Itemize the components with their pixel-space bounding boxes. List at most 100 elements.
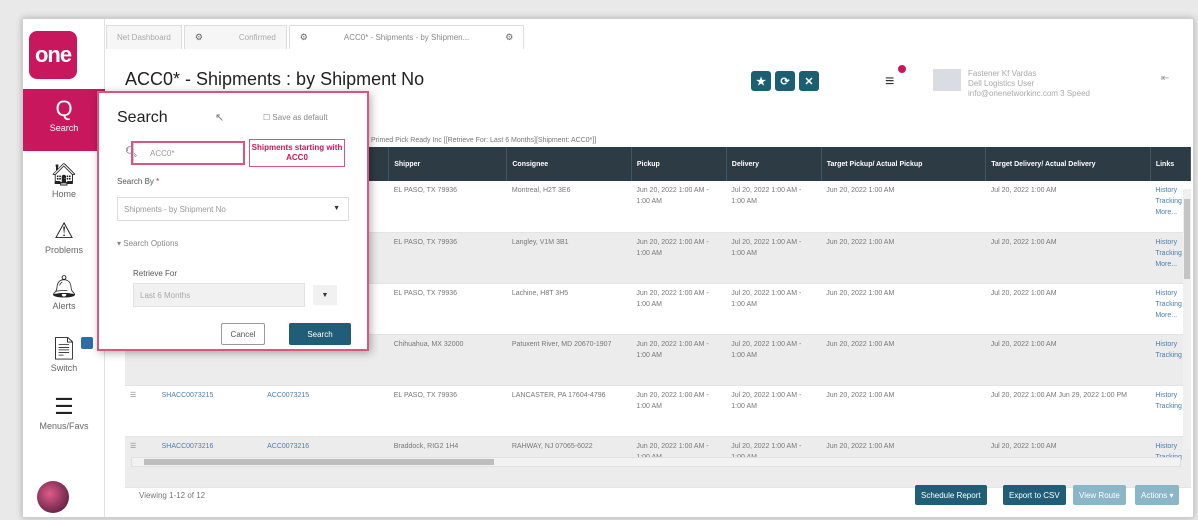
search-options-label: Search Options bbox=[123, 239, 179, 248]
tab-bar: Net Dashboard ⚙ Confirmed ⚙ ACC0* - Ship… bbox=[106, 25, 666, 49]
save-as-default-checkbox[interactable]: ☐ Save as default bbox=[263, 113, 328, 122]
nav-item-menus-favs[interactable]: ☰ Menus/Favs bbox=[23, 387, 105, 449]
shipper-cell: EL PASO, TX 79936 bbox=[388, 385, 507, 437]
shipper-cell: Chihuahua, MX 32000 bbox=[388, 334, 507, 386]
delivery-cell: Jul 20, 2022 1:00 AM - 1:00 AM bbox=[726, 385, 822, 437]
retrieve-for-select[interactable]: Last 6 Months bbox=[133, 283, 305, 307]
delivery-cell: Jul 20, 2022 1:00 AM - 1:00 AM bbox=[726, 181, 822, 233]
view-route-button[interactable]: View Route bbox=[1073, 485, 1126, 505]
user-info: Fastener Kf Vardas Dell Logistics User i… bbox=[968, 69, 1148, 99]
mouse-cursor-icon: ↖ bbox=[215, 112, 225, 124]
export-csv-button[interactable]: Export to CSV bbox=[1003, 485, 1066, 505]
search-options-toggle[interactable]: ▾ Search Options bbox=[117, 239, 178, 248]
horizontal-scrollbar[interactable] bbox=[131, 457, 1181, 467]
consignee-cell: Patuxent River, MD 20670-1907 bbox=[506, 334, 632, 386]
target-pickup-cell: Jun 20, 2022 1:00 AM bbox=[821, 334, 986, 386]
col-header-delivery[interactable]: Delivery bbox=[726, 147, 822, 181]
shipment-no-cell[interactable]: SHACC0073215 bbox=[156, 385, 263, 437]
delivery-cell: Jul 20, 2022 1:00 AM - 1:00 AM bbox=[726, 334, 822, 386]
nav-label: Alerts bbox=[52, 301, 76, 311]
delivery-cell: Jul 20, 2022 1:00 AM - 1:00 AM bbox=[726, 232, 822, 284]
bell-icon: 🔔︎ bbox=[50, 274, 78, 299]
pagination-info: Viewing 1-12 of 12 bbox=[139, 491, 206, 500]
notification-badge bbox=[896, 63, 908, 75]
user-avatar[interactable] bbox=[37, 481, 69, 513]
shipper-cell: EL PASO, TX 79936 bbox=[388, 181, 507, 233]
switch-badge bbox=[81, 337, 93, 349]
target-pickup-cell: Jun 20, 2022 1:00 AM bbox=[821, 385, 986, 437]
delivery-cell: Jul 20, 2022 1:00 AM - 1:00 AM bbox=[726, 283, 822, 335]
nav-label: Search bbox=[49, 123, 79, 133]
close-button[interactable]: ✕ bbox=[799, 71, 819, 91]
chevron-down-icon[interactable]: ▼ bbox=[313, 285, 337, 305]
pickup-cell: Jun 20, 2022 1:00 AM - 1:00 AM bbox=[631, 283, 727, 335]
star-icon: ★ bbox=[756, 75, 766, 88]
consignee-cell: Langley, V1M 3B1 bbox=[506, 232, 632, 284]
user-role: Dell Logistics User bbox=[968, 79, 1035, 88]
col-header-pickup[interactable]: Pickup bbox=[631, 147, 727, 181]
consignee-cell: LANCASTER, PA 17604-4796 bbox=[506, 385, 632, 437]
col-header-consignee[interactable]: Consignee bbox=[506, 147, 632, 181]
col-header-target-pickup[interactable]: Target Pickup/ Actual Pickup bbox=[821, 147, 987, 181]
tab-confirmed[interactable]: ⚙ Confirmed bbox=[183, 25, 287, 49]
vertical-scrollbar[interactable] bbox=[1183, 189, 1191, 449]
consignee-cell: Lachine, H8T 3H5 bbox=[506, 283, 632, 335]
cancel-button[interactable]: Cancel bbox=[221, 323, 265, 345]
required-marker: * bbox=[156, 177, 160, 186]
search-button[interactable]: Search bbox=[289, 323, 351, 345]
ref-no-cell[interactable]: ACC0073215 bbox=[262, 385, 389, 437]
refresh-button[interactable]: ⟳ bbox=[775, 71, 795, 91]
col-header-target-delivery[interactable]: Target Delivery/ Actual Delivery bbox=[985, 147, 1151, 181]
nav-item-home[interactable]: 🏠︎ Home bbox=[23, 155, 105, 217]
nav-label: Home bbox=[51, 189, 76, 199]
col-header-shipper[interactable]: Shipper bbox=[388, 147, 508, 181]
menu-icon: ☰ bbox=[54, 394, 74, 419]
shipper-cell: EL PASO, TX 79936 bbox=[388, 232, 507, 284]
table-row[interactable]: ☰ SHACC0073215 ACC0073215 EL PASO, TX 79… bbox=[125, 385, 1191, 437]
retrieve-for-label: Retrieve For bbox=[133, 269, 178, 278]
nav-item-search[interactable]: Q Search bbox=[23, 89, 105, 151]
pickup-cell: Jun 20, 2022 1:00 AM - 1:00 AM bbox=[631, 385, 727, 437]
nav-label: Switch bbox=[50, 363, 78, 373]
target-pickup-cell: Jun 20, 2022 1:00 AM bbox=[821, 232, 986, 284]
tab-acc0-shipments[interactable]: ⚙ ACC0* - Shipments - by Shipmen... ⚙ bbox=[288, 25, 525, 49]
favorite-button[interactable]: ★ bbox=[751, 71, 771, 91]
close-icon: ✕ bbox=[804, 75, 814, 88]
nav-item-alerts[interactable]: 🔔︎ Alerts bbox=[23, 267, 105, 329]
chevron-down-icon: ▼ bbox=[333, 205, 340, 212]
nav-label: Menus/Favs bbox=[39, 421, 89, 431]
user-name: Fastener Kf Vardas bbox=[968, 69, 1037, 78]
user-menu-arrow-icon[interactable]: ⇤ bbox=[1161, 73, 1169, 84]
gear-icon: ⚙ bbox=[299, 32, 308, 42]
scroll-thumb[interactable] bbox=[1184, 199, 1190, 279]
refresh-icon: ⟳ bbox=[780, 75, 790, 88]
search-by-label: Search By * bbox=[117, 177, 160, 186]
tab-label: ACC0* - Shipments - by Shipmen... bbox=[343, 33, 470, 42]
annotation-callout: Shipments starting with ACC0 bbox=[249, 139, 345, 167]
app-window: one Q Search 🏠︎ Home ⚠︎ Problems 🔔︎ Aler… bbox=[22, 18, 1194, 518]
left-nav: one Q Search 🏠︎ Home ⚠︎ Problems 🔔︎ Aler… bbox=[23, 19, 105, 517]
pickup-cell: Jun 20, 2022 1:00 AM - 1:00 AM bbox=[631, 181, 727, 233]
search-by-select[interactable]: Shipments - by Shipment No ▼ bbox=[117, 197, 349, 221]
col-header-links[interactable]: Links bbox=[1150, 147, 1192, 181]
actions-button[interactable]: Actions ▾ bbox=[1135, 485, 1180, 505]
hamburger-icon[interactable]: ≡ bbox=[885, 73, 894, 91]
scroll-thumb[interactable] bbox=[144, 459, 494, 465]
user-email: info@onenetworkinc.com 3 Speed bbox=[968, 89, 1090, 98]
gear-icon: ⚙ bbox=[194, 32, 203, 42]
nav-label: Problems bbox=[44, 245, 83, 255]
pickup-cell: Jun 20, 2022 1:00 AM - 1:00 AM bbox=[631, 334, 727, 386]
highlight-box bbox=[131, 141, 245, 165]
save-default-label: Save as default bbox=[272, 113, 328, 122]
nav-item-problems[interactable]: ⚠︎ Problems bbox=[23, 211, 105, 273]
tab-net-dashboard[interactable]: Net Dashboard bbox=[106, 25, 182, 49]
consignee-cell: Montreal, H2T 3E6 bbox=[506, 181, 632, 233]
row-menu-cell[interactable]: ☰ bbox=[125, 385, 157, 437]
pickup-cell: Jun 20, 2022 1:00 AM - 1:00 AM bbox=[631, 232, 727, 284]
schedule-report-button[interactable]: Schedule Report bbox=[915, 485, 987, 505]
app-logo[interactable]: one bbox=[29, 31, 77, 79]
gear-icon[interactable]: ⚙ bbox=[505, 32, 513, 43]
user-thumbnail bbox=[933, 69, 961, 91]
search-icon: Q bbox=[55, 96, 73, 121]
page-title: ACC0* - Shipments : by Shipment No bbox=[125, 69, 425, 89]
